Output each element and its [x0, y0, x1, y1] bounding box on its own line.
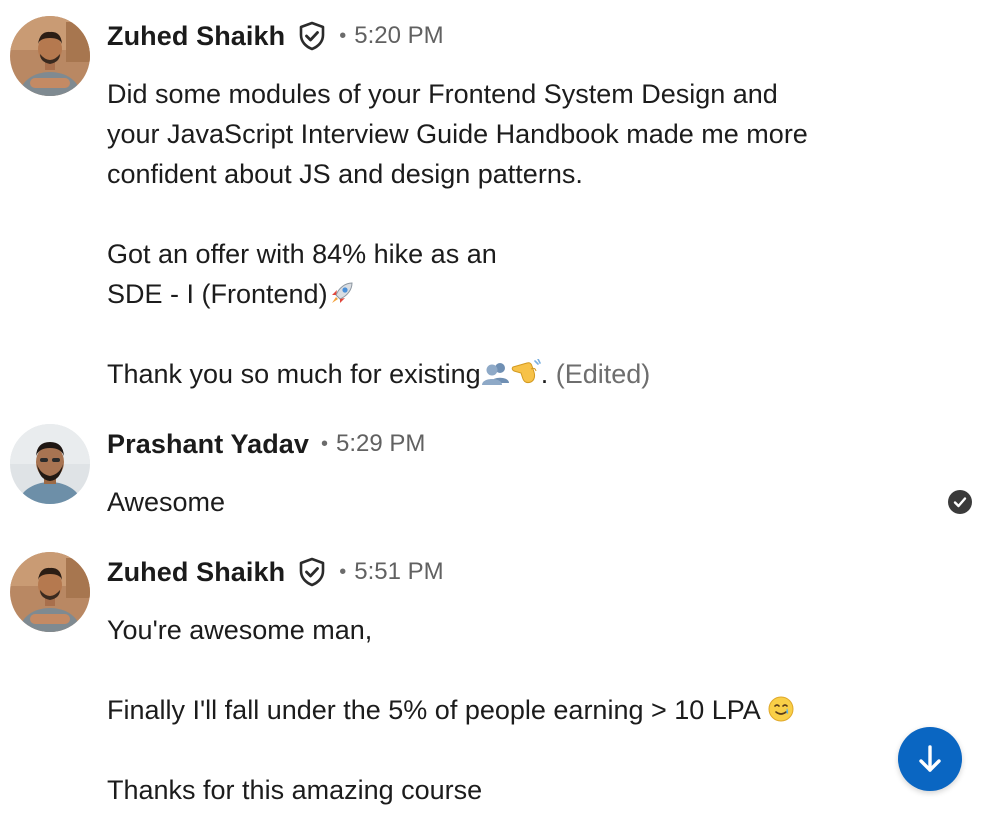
verified-shield-icon	[297, 21, 327, 51]
saluting-hand-emoji	[511, 358, 541, 398]
message-header: Zuhed Shaikh • 5:51 PM	[107, 552, 444, 592]
message-text-suffix: .	[540, 359, 549, 389]
message-line: SDE - I (Frontend)	[107, 274, 907, 314]
busts-in-silhouette-emoji	[481, 358, 511, 398]
timestamp[interactable]: 5:51 PM	[354, 558, 443, 586]
arrow-down-icon	[898, 745, 962, 795]
message-line: Thanks for this amazing course	[107, 775, 483, 805]
message-line: Awesome	[107, 487, 226, 517]
avatar-photo-prashant	[10, 424, 90, 504]
author-name[interactable]: Zuhed Shaikh	[107, 21, 285, 52]
author-name[interactable]: Prashant Yadav	[107, 429, 309, 460]
message-text: Thank you so much for existing	[107, 359, 481, 389]
timestamp[interactable]: 5:20 PM	[354, 22, 443, 50]
message-line: Finally I'll fall under the 5% of people…	[107, 690, 907, 730]
scroll-to-bottom-button[interactable]	[898, 727, 962, 791]
message-text: SDE - I (Frontend)	[107, 279, 328, 309]
message-line: confident about JS and design patterns.	[107, 159, 583, 189]
author-name[interactable]: Zuhed Shaikh	[107, 557, 285, 588]
message-body: Did some modules of your Frontend System…	[107, 74, 907, 394]
separator-dot: •	[339, 560, 347, 583]
verified-shield-icon	[297, 557, 327, 587]
avatar-photo-zuhed	[10, 16, 90, 96]
avatar[interactable]	[10, 552, 90, 632]
message-body: Awesome	[107, 482, 907, 522]
edited-label: (Edited)	[555, 359, 651, 389]
avatar-photo-zuhed	[10, 552, 90, 632]
message-line: Thank you so much for existing . (Edited…	[107, 354, 907, 394]
avatar[interactable]	[10, 16, 90, 96]
message-line: Did some modules of your Frontend System…	[107, 79, 778, 109]
message-header: Prashant Yadav • 5:29 PM	[107, 424, 425, 464]
message-text: Finally I'll fall under the 5% of people…	[107, 695, 760, 725]
message-header: Zuhed Shaikh • 5:20 PM	[107, 16, 444, 56]
message-line: You're awesome man,	[107, 615, 373, 645]
timestamp[interactable]: 5:29 PM	[336, 430, 425, 458]
rocket-emoji	[328, 278, 356, 318]
read-receipt-check-icon	[948, 490, 972, 514]
message-body: You're awesome man, Finally I'll fall un…	[107, 610, 907, 810]
message-line: Got an offer with 84% hike as an	[107, 239, 497, 269]
avatar[interactable]	[10, 424, 90, 504]
smiling-face-with-tear-emoji	[767, 694, 795, 734]
message-line: your JavaScript Interview Guide Handbook…	[107, 119, 808, 149]
separator-dot: •	[339, 24, 347, 47]
separator-dot: •	[321, 432, 329, 455]
